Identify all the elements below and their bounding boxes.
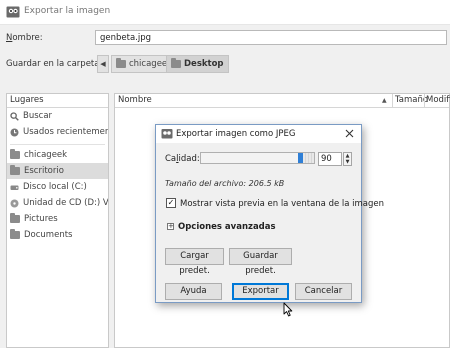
breadcrumb-desktop[interactable]: Desktop — [166, 55, 229, 73]
place-label: chicageek — [24, 150, 68, 160]
place-label: Documents — [24, 230, 73, 240]
mouse-cursor-icon — [283, 302, 293, 317]
drive-icon — [10, 185, 19, 190]
window-title: Exportar la imagen — [24, 6, 111, 16]
name-label-text: ombre: — [12, 33, 43, 43]
place-label: Pictures — [24, 214, 58, 224]
place-label: Escritorio — [24, 166, 64, 176]
column-header-modified[interactable]: Modifi — [426, 94, 450, 107]
column-header-name[interactable]: Nombre — [118, 94, 152, 107]
place-label: Disco local (C:) — [23, 182, 87, 192]
save-defaults-button[interactable]: Guardar predet. — [229, 248, 292, 276]
path-back-button[interactable]: ◀ — [97, 55, 109, 73]
checkmark-icon: ✓ — [167, 198, 175, 207]
file-size-readout: Tamaño del archivo: 206.5 kB — [165, 179, 285, 188]
place-item-chicageek[interactable]: chicageek — [7, 147, 108, 163]
export-button[interactable]: Exportar — [232, 283, 289, 300]
quality-spin-input[interactable]: 90 — [318, 152, 342, 166]
preview-checkbox[interactable]: ✓ — [166, 198, 176, 208]
places-panel: Lugares Buscar Usados recientemente chic… — [6, 93, 109, 348]
gimp-dialog-icon — [161, 129, 173, 139]
gimp-app-icon — [6, 6, 20, 18]
places-header: Lugares — [7, 94, 108, 108]
column-divider — [424, 94, 425, 107]
place-item-local-disk[interactable]: Disco local (C:) — [7, 179, 108, 195]
sort-arrow-icon: ▲ — [382, 97, 387, 104]
advanced-options-toggle[interactable]: Opciones avanzadas — [178, 222, 276, 232]
cancel-button[interactable]: Cancelar — [295, 283, 352, 300]
load-defaults-button[interactable]: Cargar predet. — [165, 248, 224, 276]
quality-spin-arrows[interactable]: ▲ ▼ — [343, 152, 352, 166]
place-label: Unidad de CD (D:) Vir... — [23, 198, 108, 208]
place-label: Buscar — [23, 111, 53, 121]
breadcrumb-label: Desktop — [184, 59, 224, 69]
places-separator — [10, 140, 105, 145]
folder-icon — [10, 213, 20, 223]
place-item-cd-drive[interactable]: Unidad de CD (D:) Vir... — [7, 195, 108, 211]
cd-drive-icon — [10, 199, 19, 207]
recent-icon — [10, 128, 19, 136]
quality-slider-handle[interactable] — [298, 153, 303, 163]
quality-slider-track-left — [201, 153, 298, 163]
help-button[interactable]: Ayuda — [165, 283, 222, 300]
file-list-header-divider — [115, 107, 449, 108]
expander-plus-icon[interactable]: + — [167, 223, 174, 230]
column-divider — [392, 94, 393, 107]
place-item-documents[interactable]: Documents — [7, 227, 108, 243]
folder-icon — [171, 58, 181, 68]
place-label: Usados recientemente — [23, 127, 108, 137]
name-label: Nombre: — [6, 33, 43, 43]
folder-label: Guardar en la carpeta: — [6, 59, 103, 69]
folder-icon — [10, 149, 20, 159]
close-icon[interactable] — [345, 129, 354, 138]
folder-icon — [10, 165, 20, 175]
place-item-escritorio[interactable]: Escritorio — [7, 163, 108, 179]
folder-icon — [116, 58, 126, 68]
quality-slider[interactable] — [200, 152, 315, 164]
place-item-recent[interactable]: Usados recientemente — [7, 124, 108, 140]
filename-input[interactable]: genbeta.jpg — [95, 30, 447, 45]
dialog-title: Exportar imagen como JPEG — [176, 129, 296, 139]
jpeg-export-dialog: Exportar imagen como JPEG Calidad: 90 ▲ ▼… — [155, 124, 384, 303]
search-icon — [10, 111, 19, 121]
preview-checkbox-label[interactable]: Mostrar vista previa en la ventana de la… — [180, 199, 384, 209]
quality-label: Calidad: — [165, 154, 200, 164]
folder-icon — [10, 229, 20, 239]
place-item-pictures[interactable]: Pictures — [7, 211, 108, 227]
place-item-search[interactable]: Buscar — [7, 108, 108, 124]
